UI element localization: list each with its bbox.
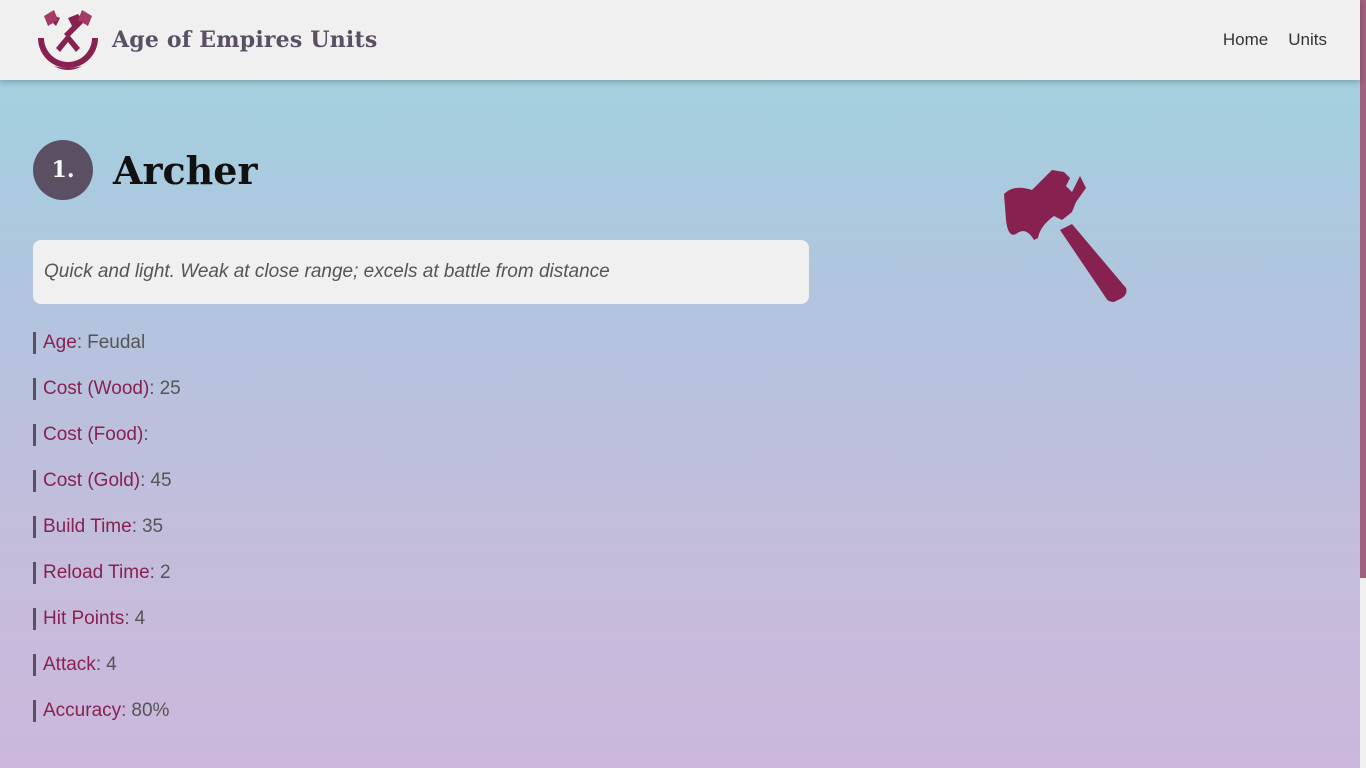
nav-units-link[interactable]: Units [1288,30,1327,50]
nav-links: Home Units [1223,30,1327,50]
stat-build-time: Build Time:35 [33,516,813,538]
unit-detail: 1. Archer Quick and light. Weak at close… [33,140,813,746]
stat-accuracy: Accuracy:80% [33,700,813,722]
unit-description: Quick and light. Weak at close range; ex… [33,240,809,304]
stat-separator: : [149,378,155,399]
stat-hit-points: Hit Points:4 [33,608,813,630]
stat-value: 2 [159,562,171,583]
unit-name: Archer [113,147,258,193]
stat-value: 4 [134,608,146,629]
stat-value: 35 [141,516,164,537]
stat-attack: Attack:4 [33,654,813,676]
stat-label: Attack [43,654,96,675]
site-title: Age of Empires Units [112,27,378,53]
stat-separator: : [76,332,83,353]
navbar: Age of Empires Units Home Units [0,0,1360,80]
stat-value: 45 [150,470,172,491]
stat-value: 25 [159,378,181,399]
stat-separator: : [124,608,130,629]
axe-icon [1004,170,1127,302]
stat-label: Cost (Food) [43,424,144,445]
stat-label: Build Time [43,516,132,537]
stat-label: Cost (Gold) [43,470,141,491]
crossed-axes-logo-icon [38,10,98,70]
stat-separator: : [131,516,137,537]
stat-label: Reload Time [43,562,150,583]
unit-stats: Age: Feudal Cost (Wood):25 Cost (Food): C… [33,332,813,722]
stat-separator: : [95,654,102,675]
stat-label: Accuracy [43,700,122,721]
unit-header: 1. Archer [33,140,813,200]
unit-number-badge: 1. [33,140,93,200]
stat-value: 80% [131,700,170,721]
stat-cost-food: Cost (Food): [33,424,813,446]
stat-label: Cost (Wood) [43,378,150,399]
stat-separator: : [140,470,146,491]
stat-value: 4 [106,654,117,675]
stat-value: Feudal [87,332,146,353]
stat-cost-wood: Cost (Wood):25 [33,378,813,400]
stat-separator: : [149,562,155,583]
stat-cost-gold: Cost (Gold):45 [33,470,813,492]
stat-age: Age: Feudal [33,332,813,354]
stat-separator: : [121,700,127,721]
nav-home-link[interactable]: Home [1223,30,1268,50]
stat-label: Hit Points [43,608,125,629]
stat-label: Age [43,332,77,353]
stat-reload-time: Reload Time:2 [33,562,813,584]
brand[interactable]: Age of Empires Units [34,8,377,72]
scrollbar-thumb[interactable] [1360,0,1366,578]
stat-separator: : [143,424,149,445]
